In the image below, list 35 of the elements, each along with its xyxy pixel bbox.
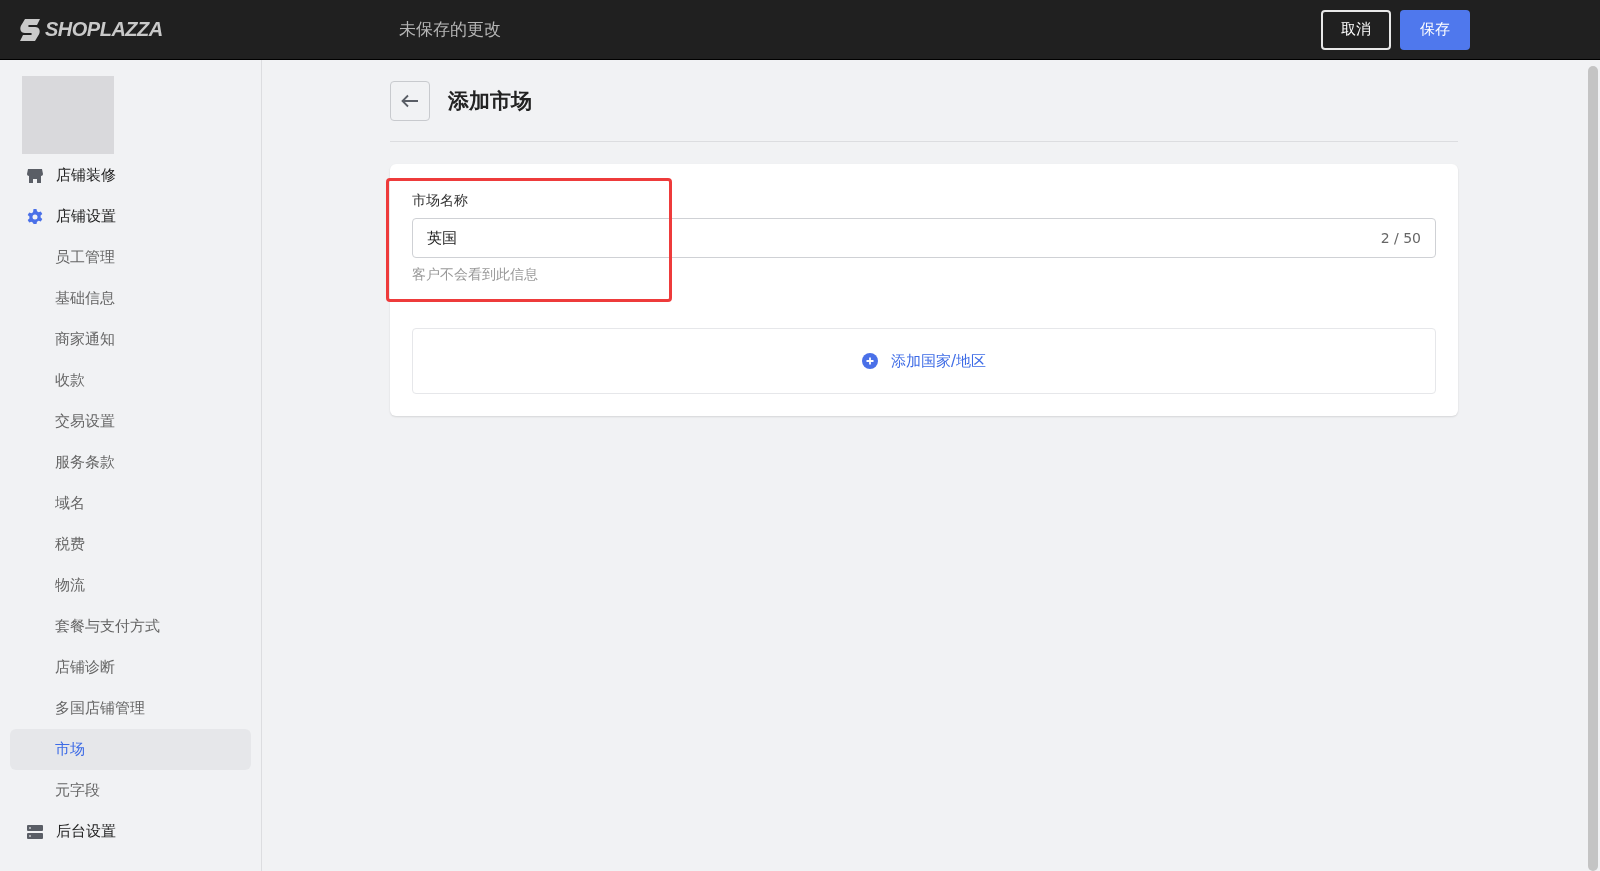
store-icon bbox=[26, 166, 44, 185]
back-button[interactable] bbox=[390, 81, 430, 121]
sidebar-item[interactable]: 收款 bbox=[10, 360, 251, 401]
logo-icon bbox=[19, 17, 41, 42]
scrollbar[interactable] bbox=[1588, 66, 1598, 871]
sidebar-item[interactable]: 商家通知 bbox=[10, 319, 251, 360]
character-counter: 2 / 50 bbox=[1380, 230, 1421, 246]
help-text: 客户不会看到此信息 bbox=[412, 266, 539, 284]
sidebar-item[interactable]: 域名 bbox=[10, 483, 251, 524]
sidebar-item[interactable]: 服务条款 bbox=[10, 442, 251, 483]
sidebar-section[interactable]: 后台设置 bbox=[10, 811, 251, 852]
sidebar-item[interactable]: 元字段 bbox=[10, 770, 251, 811]
sidebar-item[interactable]: 员工管理 bbox=[10, 237, 251, 278]
arrow-left-icon bbox=[401, 94, 419, 108]
sidebar-item[interactable]: 市场 bbox=[10, 729, 251, 770]
market-name-field[interactable]: 英国 2 / 50 bbox=[412, 218, 1436, 258]
unsaved-changes-title: 未保存的更改 bbox=[399, 18, 502, 41]
sidebar-item[interactable]: 物流 bbox=[10, 565, 251, 606]
sidebar-section[interactable]: 店铺装修 bbox=[10, 155, 251, 196]
settings-icon bbox=[26, 207, 44, 226]
cancel-button[interactable]: 取消 bbox=[1321, 9, 1391, 50]
sidebar-item[interactable]: 基础信息 bbox=[10, 278, 251, 319]
sidebar-item[interactable]: 套餐与支付方式 bbox=[10, 606, 251, 647]
server-icon bbox=[26, 822, 44, 841]
save-button[interactable]: 保存 bbox=[1400, 9, 1470, 50]
sidebar-item[interactable]: 税费 bbox=[10, 524, 251, 565]
field-label: 市场名称 bbox=[412, 192, 469, 210]
page-title: 添加市场 bbox=[448, 88, 532, 115]
sidebar-section[interactable]: 店铺设置 bbox=[10, 196, 251, 237]
add-country-link[interactable]: 添加国家/地区 bbox=[861, 351, 987, 371]
plus-circle-icon bbox=[861, 353, 878, 369]
sidebar-item[interactable]: 店铺诊断 bbox=[10, 647, 251, 688]
logo-text: SHOPLAZZA bbox=[45, 18, 163, 41]
sidebar-item[interactable]: 多国店铺管理 bbox=[10, 688, 251, 729]
sidebar-item[interactable]: 交易设置 bbox=[10, 401, 251, 442]
